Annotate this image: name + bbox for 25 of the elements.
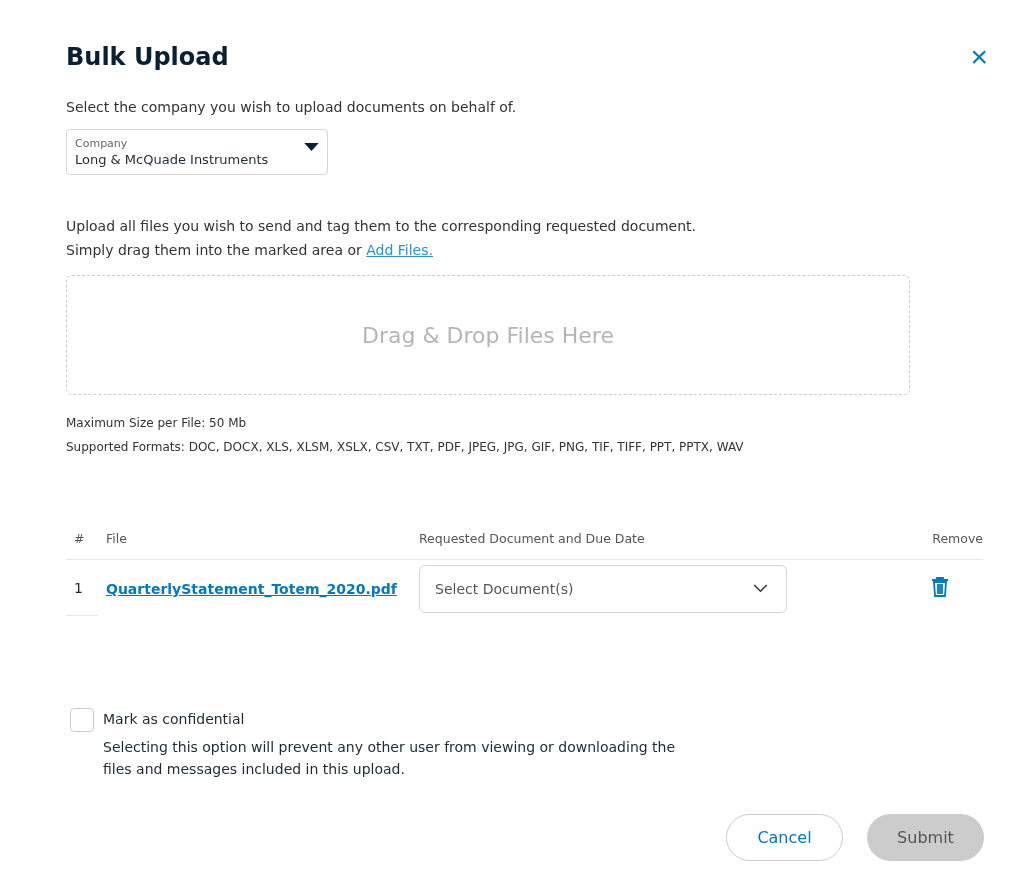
dialog-title: Bulk Upload [66, 43, 229, 71]
file-link[interactable]: QuarterlyStatement_Totem_2020.pdf [106, 581, 397, 597]
column-header: # [73, 531, 86, 546]
chevron-down-icon [753, 584, 768, 593]
caret-icon [304, 142, 319, 152]
cancel-button[interactable]: Cancel [726, 814, 843, 861]
close-button[interactable]: × [970, 42, 988, 72]
company-select[interactable]: Company Long & McQuade Instruments [66, 129, 328, 175]
info-text: Supported Formats: DOC, DOCX, XLS, XLSM, XSLX, CSV, TXT, PDF, JPEG, JPG, GIF, PNG, TIF, TIFF, PPT, PPTX, WAV [66, 439, 745, 456]
instruction-text: Upload all files you wish to send and tag them to the corresponding requested document. [66, 217, 697, 236]
add-files-link[interactable]: Add Files. [366, 242, 433, 258]
document-select[interactable]: Select Document(s) [419, 564, 787, 613]
column-header: Requested Document and Due Date [419, 531, 646, 546]
column-header: File [106, 531, 128, 546]
trash-icon[interactable] [931, 576, 949, 597]
instruction-text: Simply drag them into the marked area or Add Files. [66, 241, 434, 260]
info-text: Maximum Size per File: 50 Mb [66, 415, 248, 432]
row-number: 1 [66, 560, 98, 616]
description-text: Selecting this option will prevent any other user from viewing or downloading the files and messages included in this upload. [103, 738, 677, 779]
field-label: Company [75, 137, 129, 150]
instruction-text: Select the company you wish to upload documents on behalf of. [66, 99, 518, 115]
column-header: Remove [931, 531, 983, 546]
field-value: Long & McQuade Instruments [75, 152, 269, 167]
checkbox[interactable] [70, 708, 94, 732]
checkbox-label: Mark as confidential [103, 710, 246, 729]
